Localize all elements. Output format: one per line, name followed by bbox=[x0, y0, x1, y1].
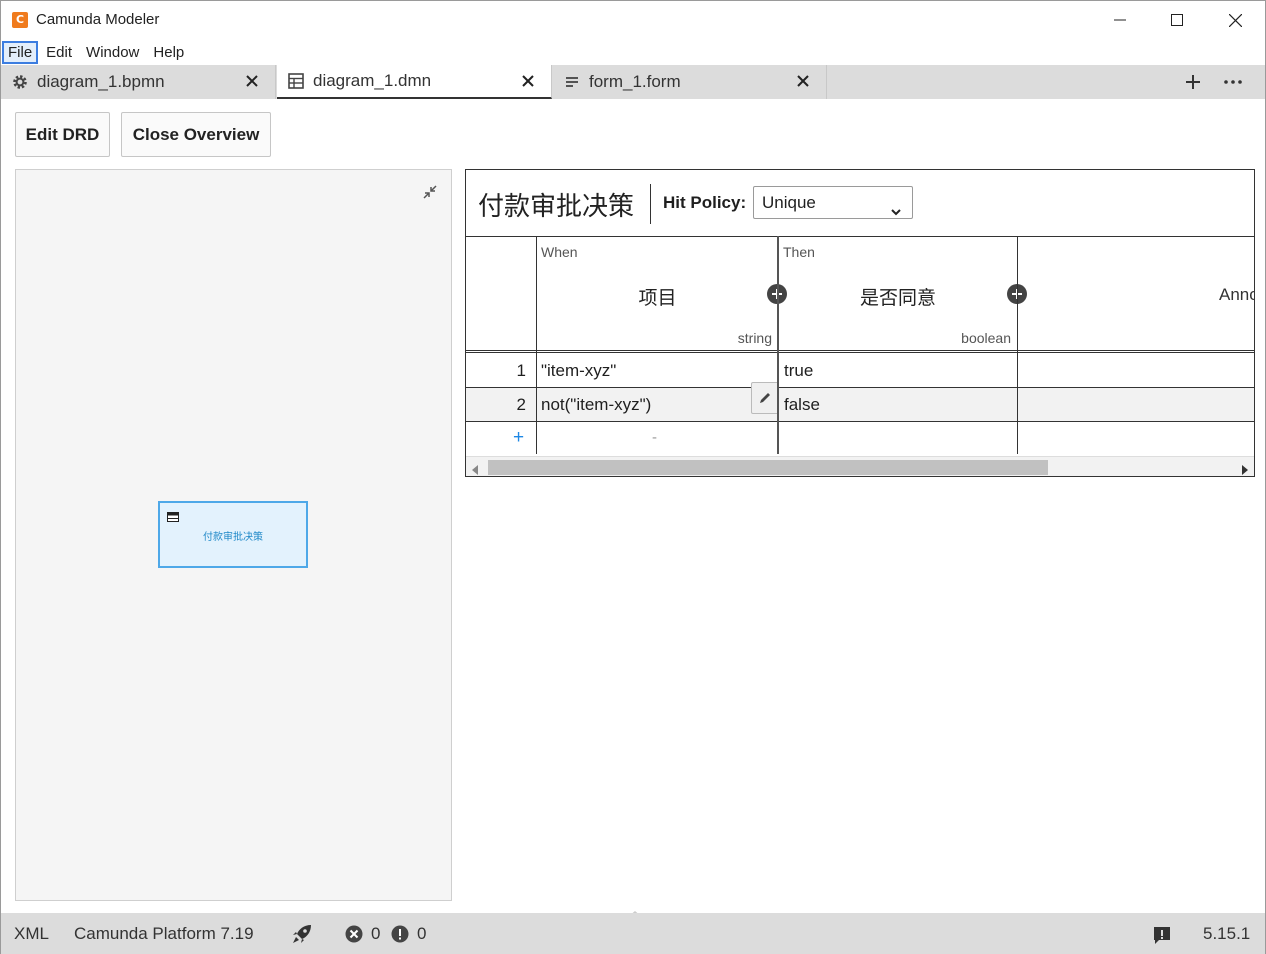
annotations-column-header: Annotations bbox=[1018, 237, 1254, 351]
hit-policy-value: Unique bbox=[762, 193, 816, 212]
annotations-label: Annotations bbox=[1219, 285, 1254, 304]
header-divider bbox=[650, 184, 651, 224]
output-column-header[interactable]: Then 是否同意 boolean bbox=[779, 237, 1017, 351]
maximize-icon bbox=[1171, 14, 1183, 26]
input-label: 项目 bbox=[638, 287, 677, 309]
tab-label: diagram_1.dmn bbox=[313, 71, 432, 90]
edit-cell-button[interactable] bbox=[751, 382, 779, 414]
menu-edit[interactable]: Edit bbox=[40, 42, 78, 63]
menu-bar: File Edit Window Help bbox=[1, 39, 1265, 65]
menu-window[interactable]: Window bbox=[80, 42, 145, 63]
output-clause-label: Then bbox=[783, 244, 815, 260]
empty-cell-placeholder: - bbox=[652, 429, 657, 446]
row-index: 1 bbox=[516, 361, 526, 380]
scroll-right-icon[interactable] bbox=[1242, 462, 1248, 476]
output-type: boolean bbox=[961, 330, 1011, 346]
input-column-header[interactable]: When 项目 string bbox=[537, 237, 778, 351]
hit-policy-label: Hit Policy: bbox=[663, 193, 747, 212]
edit-drd-button[interactable]: Edit DRD bbox=[15, 112, 110, 157]
decision-table-icon bbox=[167, 509, 179, 522]
close-overview-button[interactable]: Close Overview bbox=[121, 112, 271, 157]
warning-count: 0 bbox=[417, 924, 427, 943]
tab-close-icon[interactable] bbox=[243, 72, 261, 90]
close-icon bbox=[1228, 13, 1242, 27]
title-bar: C Camunda Modeler bbox=[1, 1, 1265, 39]
form-icon bbox=[563, 73, 581, 91]
input-cell[interactable]: not("item-xyz") bbox=[541, 395, 651, 415]
column-divider bbox=[536, 236, 537, 454]
output-cell[interactable]: true bbox=[784, 361, 813, 381]
panel-resize-handle[interactable] bbox=[595, 904, 675, 917]
xml-toggle[interactable]: XML bbox=[14, 924, 49, 944]
output-cell[interactable]: false bbox=[784, 395, 820, 415]
gear-icon bbox=[11, 73, 29, 91]
decision-name[interactable]: 付款审批决策 bbox=[478, 186, 634, 223]
minimize-icon bbox=[1114, 19, 1126, 21]
error-count: 0 bbox=[371, 924, 381, 943]
table-row[interactable]: 1 "item-xyz" true bbox=[466, 354, 1254, 388]
tab-close-icon[interactable] bbox=[794, 72, 812, 90]
hit-policy-select[interactable]: Unique bbox=[753, 186, 913, 219]
table-row[interactable]: 2 not("item-xyz") false bbox=[466, 382, 1254, 422]
add-rule-row[interactable]: + - bbox=[466, 422, 1254, 454]
camunda-logo-icon: C bbox=[12, 12, 28, 28]
tab-form[interactable]: form_1.form bbox=[553, 65, 827, 99]
input-type: string bbox=[737, 330, 772, 346]
tab-diagram-dmn[interactable]: diagram_1.dmn bbox=[277, 65, 552, 99]
tab-diagram-bpmn[interactable]: diagram_1.bpmn bbox=[1, 65, 276, 99]
table-icon bbox=[287, 72, 305, 90]
tab-bar: diagram_1.bpmn diagram_1.dmn form_1.form bbox=[1, 65, 1265, 99]
scroll-left-icon[interactable] bbox=[472, 462, 478, 476]
column-divider bbox=[1017, 236, 1018, 454]
more-options-icon[interactable] bbox=[1223, 72, 1243, 92]
horizontal-scrollbar[interactable] bbox=[466, 456, 1254, 476]
pencil-icon bbox=[760, 393, 770, 403]
column-divider bbox=[777, 236, 779, 454]
tab-label: form_1.form bbox=[589, 72, 681, 91]
error-icon[interactable] bbox=[345, 925, 363, 943]
new-tab-plus-icon[interactable] bbox=[1183, 72, 1203, 92]
scrollbar-thumb[interactable] bbox=[488, 460, 1048, 475]
collapse-arrows-icon[interactable] bbox=[421, 183, 439, 201]
status-bar: XML Camunda Platform 7.19 0 0 5.15.1 bbox=[1, 913, 1265, 954]
decision-table-header: 付款审批决策 Hit Policy: Unique bbox=[466, 170, 1254, 236]
menu-file[interactable]: File bbox=[2, 40, 39, 64]
window-title: Camunda Modeler bbox=[36, 11, 160, 28]
maximize-button[interactable] bbox=[1154, 5, 1200, 35]
table-header-row: When 项目 string Then 是否同意 boolean Annotat… bbox=[466, 236, 1254, 353]
output-label: 是否同意 bbox=[859, 287, 936, 309]
row-index: 2 bbox=[516, 395, 526, 414]
input-cell[interactable]: "item-xyz" bbox=[541, 361, 616, 381]
execution-platform[interactable]: Camunda Platform 7.19 bbox=[74, 924, 254, 944]
minimize-button[interactable] bbox=[1097, 5, 1143, 35]
camunda-modeler-window: C Camunda Modeler File Edit Window Help … bbox=[0, 0, 1266, 954]
chevron-down-icon bbox=[890, 197, 902, 228]
drd-overview-panel[interactable]: 付款审批决策 bbox=[15, 169, 452, 901]
close-window-button[interactable] bbox=[1212, 5, 1258, 35]
feedback-icon[interactable] bbox=[1152, 925, 1172, 945]
deploy-rocket-icon[interactable] bbox=[291, 923, 313, 945]
input-clause-label: When bbox=[541, 244, 578, 260]
warning-icon[interactable] bbox=[391, 925, 409, 943]
add-rule-plus-icon[interactable]: + bbox=[513, 427, 524, 449]
menu-help[interactable]: Help bbox=[147, 42, 190, 63]
app-version: 5.15.1 bbox=[1203, 924, 1251, 943]
decision-node-label: 付款审批决策 bbox=[203, 532, 263, 543]
decision-node[interactable]: 付款审批决策 bbox=[158, 501, 308, 568]
tab-label: diagram_1.bpmn bbox=[37, 72, 165, 91]
tab-close-icon[interactable] bbox=[519, 72, 537, 90]
decision-table: 付款审批决策 Hit Policy: Unique When 项目 string… bbox=[465, 169, 1255, 477]
